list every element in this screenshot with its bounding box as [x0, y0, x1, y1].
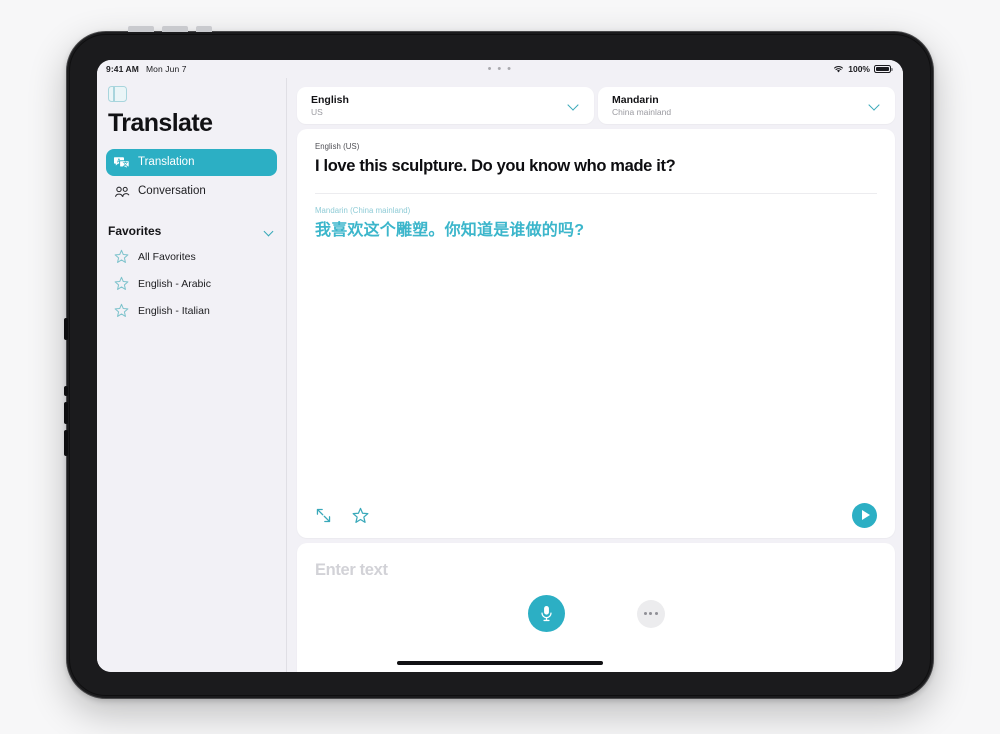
device-side-detail-3: [64, 402, 68, 424]
sidebar-item-translation[interactable]: A 文 Translation: [106, 149, 277, 176]
target-language-selector[interactable]: Mandarin China mainland: [598, 87, 895, 124]
volume-button-down[interactable]: [162, 26, 188, 32]
chevron-down-icon[interactable]: [566, 98, 582, 114]
volume-button-up[interactable]: [128, 26, 154, 32]
sidebar-item-english-italian[interactable]: English - Italian: [106, 297, 277, 324]
source-language-region: US: [311, 106, 323, 117]
device-side-detail-1: [64, 318, 68, 340]
status-date: Mon Jun 7: [145, 64, 187, 74]
status-bar-left: 9:41 AM Mon Jun 7: [106, 64, 187, 74]
target-language-name: Mandarin: [612, 93, 659, 106]
source-language-name: English: [311, 93, 349, 106]
chevron-down-icon[interactable]: [867, 98, 883, 114]
more-ellipsis-icon: [649, 612, 652, 615]
source-text-label: English (US): [315, 142, 360, 151]
translated-text[interactable]: 我喜欢这个雕塑。你知道是谁做的吗?: [315, 220, 877, 242]
target-text-label: Mandarin (China mainland): [315, 206, 411, 216]
star-icon[interactable]: [352, 507, 369, 524]
sidebar-item-label: Conversation: [138, 184, 206, 197]
input-controls: [297, 595, 895, 632]
battery-icon: [874, 65, 893, 73]
microphone-button[interactable]: [527, 595, 565, 632]
sidebar-item-all-favorites[interactable]: All Favorites: [106, 243, 277, 270]
sidebar-item-conversation[interactable]: Conversation: [106, 178, 277, 205]
card-spacer: [315, 242, 877, 492]
favorites-heading: Favorites: [108, 224, 162, 238]
wifi-icon: [834, 65, 844, 72]
sidebar-toggle-icon[interactable]: [108, 86, 127, 102]
language-selector-row: English US Mandarin China mainland: [297, 87, 895, 124]
device-side-detail-4: [64, 430, 68, 456]
more-ellipsis-icon: [643, 612, 647, 615]
expand-arrows-icon[interactable]: [315, 507, 332, 524]
source-language-text: English US: [311, 94, 566, 118]
target-language-region: China mainland: [612, 106, 672, 117]
star-icon: [114, 303, 129, 317]
target-language-text: Mandarin China mainland: [612, 94, 867, 118]
svg-text:文: 文: [123, 160, 129, 168]
sidebar-item-english-arabic[interactable]: English - Arabic: [106, 270, 277, 297]
favorites-section-header[interactable]: Favorites: [108, 224, 275, 238]
sidebar: Translate A 文 Translation Conversation F…: [97, 78, 287, 672]
tablet-screen: 9:41 AM Mon Jun 7 • • • 100% Translate A…: [97, 60, 903, 672]
home-indicator[interactable]: [397, 661, 603, 665]
translation-card: English (US) I love this sculpture. Do y…: [297, 129, 895, 538]
status-bar-right: 100%: [833, 64, 893, 74]
favorite-item-label: All Favorites: [138, 250, 196, 263]
favorite-item-label: English - Italian: [138, 304, 210, 317]
more-ellipsis-icon: [654, 612, 658, 615]
translation-bubbles-icon: A 文: [114, 156, 130, 170]
screenshot-scene: 9:41 AM Mon Jun 7 • • • 100% Translate A…: [0, 0, 1000, 734]
text-input-card[interactable]: Enter text: [297, 543, 895, 672]
microphone-icon: [540, 606, 552, 622]
source-language-selector[interactable]: English US: [297, 87, 594, 124]
source-text[interactable]: I love this sculpture. Do you know who m…: [315, 156, 877, 193]
multitasking-dots-icon[interactable]: • • •: [97, 64, 903, 75]
chevron-down-icon[interactable]: [264, 226, 275, 237]
status-bar: 9:41 AM Mon Jun 7 • • • 100%: [97, 60, 903, 78]
main-pane: English US Mandarin China mainland Engli…: [287, 78, 903, 672]
status-time: 9:41 AM: [106, 64, 139, 74]
battery-percent-label: 100%: [848, 64, 870, 74]
favorite-item-label: English - Arabic: [138, 277, 211, 290]
star-icon: [114, 249, 129, 263]
play-button[interactable]: [852, 502, 877, 528]
translation-card-actions: [315, 492, 877, 538]
power-button[interactable]: [196, 26, 212, 32]
sidebar-item-label: Translation: [138, 155, 195, 168]
card-divider: [315, 193, 877, 195]
app-body: Translate A 文 Translation Conversation F…: [97, 78, 903, 672]
two-people-icon: [115, 186, 130, 197]
more-options-button[interactable]: [636, 599, 665, 628]
page-title: Translate: [108, 109, 213, 137]
star-icon: [114, 276, 129, 290]
text-input-placeholder[interactable]: Enter text: [315, 561, 877, 580]
device-side-detail-2: [64, 386, 68, 396]
